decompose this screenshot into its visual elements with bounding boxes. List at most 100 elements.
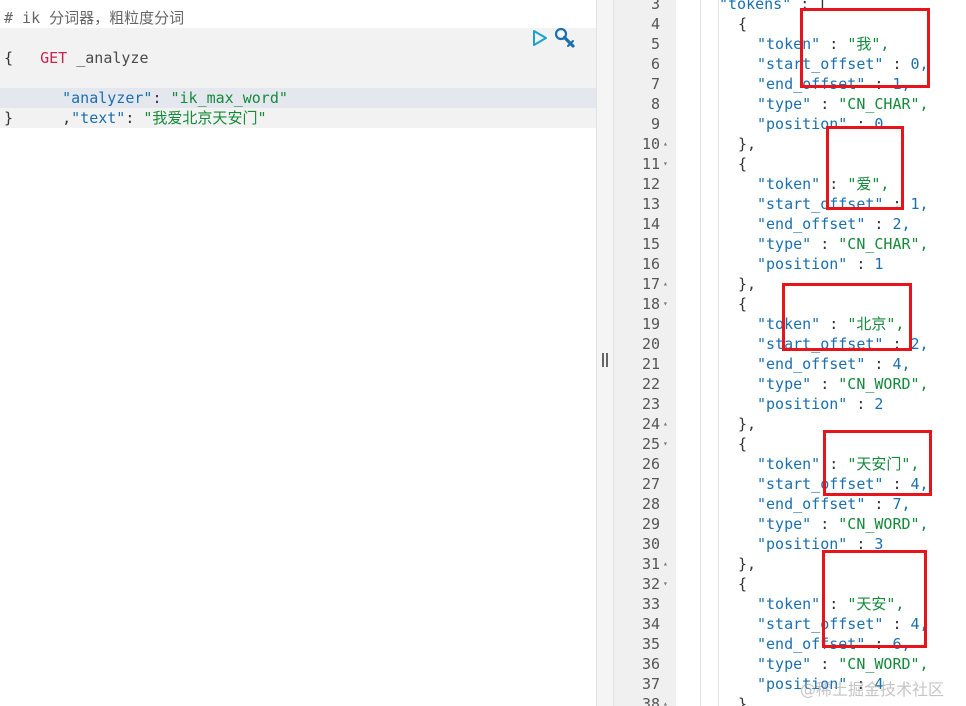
json-key: "type" [757, 95, 812, 113]
json-separator: : [865, 215, 893, 233]
fold-toggle-icon[interactable]: ▾ [663, 574, 672, 594]
json-key: "end_offset" [757, 75, 866, 93]
json-separator: : [883, 475, 911, 493]
response-line: { [738, 154, 747, 174]
request-field-analyzer[interactable]: "analyzer": "ik_max_word" [26, 68, 288, 107]
json-separator: : [820, 455, 848, 473]
request-line-method[interactable]: GET _analyze [4, 28, 148, 67]
json-value: "北京", [847, 315, 905, 333]
line-number: 38 [641, 695, 660, 706]
line-number: 12 [641, 175, 660, 193]
json-value: }, [738, 555, 757, 573]
json-value: 2, [910, 335, 929, 353]
json-value: "CN_CHAR", [838, 95, 929, 113]
response-line: }, [738, 554, 756, 574]
fold-toggle-icon[interactable]: ▾ [663, 154, 672, 174]
json-value: { [738, 575, 748, 593]
json-value: 7, [892, 495, 911, 513]
request-close-brace: } [4, 109, 14, 127]
json-separator: : [847, 115, 875, 133]
response-line: "position" : 3 [757, 534, 883, 554]
line-number: 36 [641, 655, 660, 673]
json-value: [ [818, 0, 828, 13]
json-separator: : [865, 635, 893, 653]
response-viewer[interactable]: 3 "tokens" : [4{5 "token" : "我", 6 "start_of… [614, 0, 966, 706]
json-key: "type" [757, 515, 812, 533]
json-value: 4, [910, 475, 929, 493]
response-line: }, [738, 134, 756, 154]
response-line: } [738, 694, 747, 706]
fold-toggle-icon[interactable]: ▴ [663, 554, 672, 574]
json-value: 2 [874, 395, 884, 413]
pane-resize-handle[interactable] [596, 0, 614, 706]
line-number: 7 [650, 75, 660, 93]
http-method: GET [40, 49, 68, 67]
json-value: "CN_CHAR", [838, 235, 929, 253]
fold-toggle-icon[interactable]: ▾ [663, 294, 672, 314]
json-key: "tokens" [719, 0, 792, 13]
request-editor[interactable]: # ik 分词器，粗粒度分词 GET _analyze { "analyzer"… [0, 0, 596, 706]
json-separator: : [883, 615, 911, 633]
json-key: "position" [757, 255, 848, 273]
json-value: { [738, 155, 748, 173]
json-key: "token" [757, 455, 821, 473]
response-line: }, [738, 414, 756, 434]
request-open-brace: { [4, 49, 14, 67]
grip-icon [602, 353, 608, 367]
fold-toggle-icon[interactable]: ▾ [663, 434, 672, 454]
response-line: "end_offset" : 4, [757, 354, 911, 374]
json-separator: : [865, 75, 893, 93]
json-key: "position" [757, 535, 848, 553]
line-number: 14 [641, 215, 660, 233]
json-value: }, [738, 135, 757, 153]
json-value: }, [738, 275, 757, 293]
json-separator: : [820, 315, 848, 333]
line-number: 19 [641, 315, 660, 333]
json-value: 1, [910, 195, 929, 213]
response-line: { [738, 574, 747, 594]
indent-guide [718, 0, 719, 706]
fold-toggle-icon[interactable]: ▴ [663, 694, 672, 706]
play-icon[interactable] [531, 29, 549, 47]
json-separator: : [820, 35, 848, 53]
json-key: "end_offset" [757, 355, 866, 373]
line-number: 15 [641, 235, 660, 253]
response-line: "token" : "天安", [757, 594, 904, 614]
json-key: "start_offset" [757, 195, 884, 213]
json-separator: : [820, 595, 848, 613]
json-value: 1 [874, 255, 884, 273]
json-value: "天安门", [847, 455, 920, 473]
fold-toggle-icon[interactable]: ▴ [663, 274, 672, 294]
request-field-text[interactable]: ,"text": "我爱北京天安门" [26, 88, 266, 127]
response-line: { [738, 294, 747, 314]
line-number: 25 [641, 435, 660, 453]
json-value: 4, [892, 355, 911, 373]
response-line: "end_offset" : 6, [757, 634, 911, 654]
json-separator: : [847, 395, 875, 413]
json-key: "type" [757, 655, 812, 673]
json-separator: : [811, 235, 839, 253]
line-number: 6 [650, 55, 660, 73]
json-value: "我", [847, 35, 890, 53]
json-value: "CN_WORD", [838, 515, 929, 533]
json-value: { [738, 15, 748, 33]
line-number: 5 [650, 35, 660, 53]
fold-toggle-icon[interactable]: ▴ [663, 414, 672, 434]
json-separator: : [883, 195, 911, 213]
response-line: "position" : 0 [757, 114, 883, 134]
line-number: 9 [650, 115, 660, 133]
response-line: "start_offset" : 4, [757, 614, 929, 634]
fold-toggle-icon[interactable]: ▴ [663, 134, 672, 154]
json-key: "token" [757, 175, 821, 193]
field-key: "text" [71, 109, 126, 127]
field-value: "我爱北京天安门" [143, 109, 267, 127]
field-colon: : [125, 109, 144, 127]
json-value: } [738, 695, 748, 706]
wrench-icon[interactable] [554, 27, 576, 49]
line-number: 8 [650, 95, 660, 113]
json-separator: : [811, 375, 839, 393]
json-separator: : [865, 355, 893, 373]
response-line: "start_offset" : 2, [757, 334, 929, 354]
response-line: "type" : "CN_CHAR", [757, 94, 929, 114]
json-separator: : [883, 55, 911, 73]
